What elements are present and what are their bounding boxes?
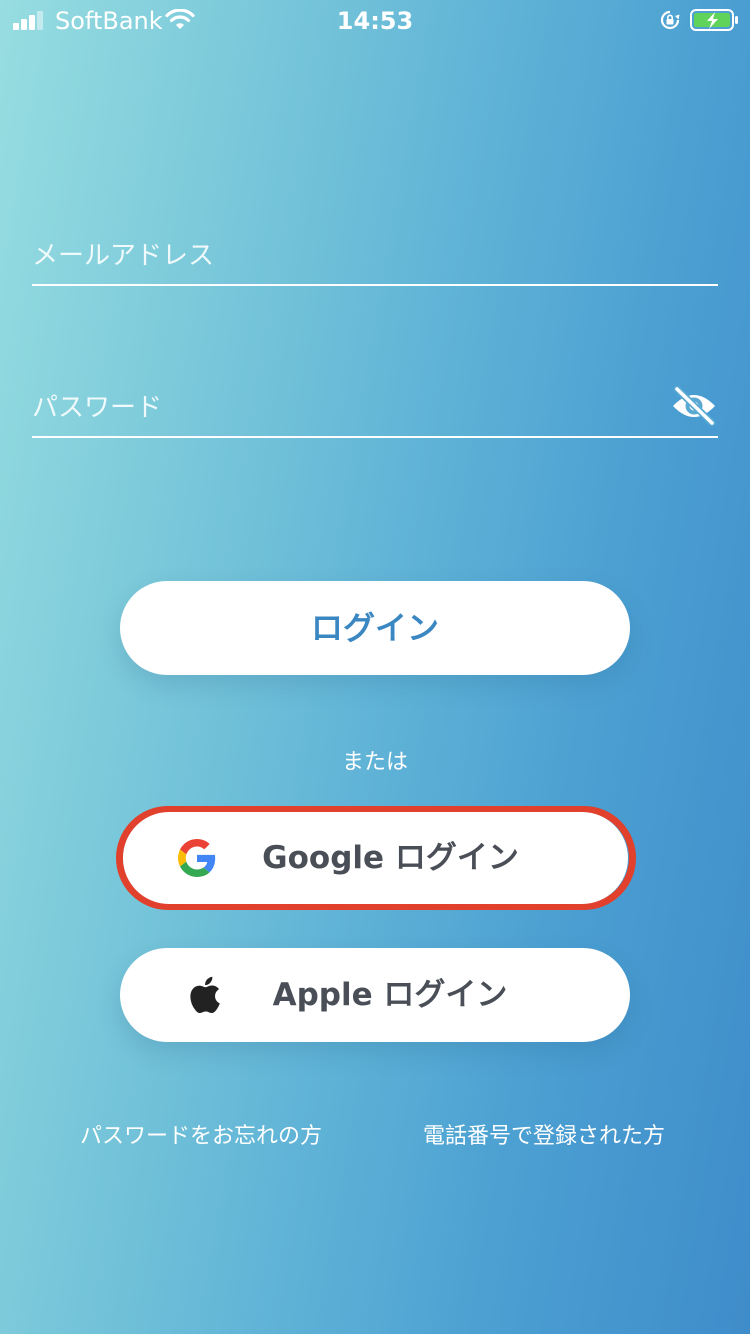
password-input[interactable]: [32, 382, 652, 434]
email-field: [32, 230, 718, 286]
battery-charging-icon: [690, 9, 738, 31]
google-login-button[interactable]: Google ログイン: [123, 812, 628, 904]
eye-off-icon[interactable]: [670, 386, 718, 426]
status-bar: SoftBank 14:53: [0, 0, 750, 40]
login-button[interactable]: ログイン: [120, 581, 630, 675]
phone-login-link[interactable]: 電話番号で登録された方: [423, 1118, 665, 1150]
google-login-label: Google ログイン: [262, 840, 519, 876]
email-input[interactable]: [32, 230, 652, 282]
login-button-label: ログイン: [310, 609, 439, 647]
forgot-password-link[interactable]: パスワードをお忘れの方: [80, 1118, 322, 1150]
rotation-lock-icon: [660, 10, 680, 30]
clock-time: 14:53: [336, 7, 414, 35]
or-divider-text: または: [341, 750, 408, 775]
apple-login-button[interactable]: Apple ログイン: [120, 948, 630, 1042]
login-screen: SoftBank 14:53 メールアドレス ログイン または Google ロ…: [0, 0, 750, 1334]
apple-login-label: Apple ログイン: [272, 977, 508, 1013]
password-field: [32, 382, 718, 438]
